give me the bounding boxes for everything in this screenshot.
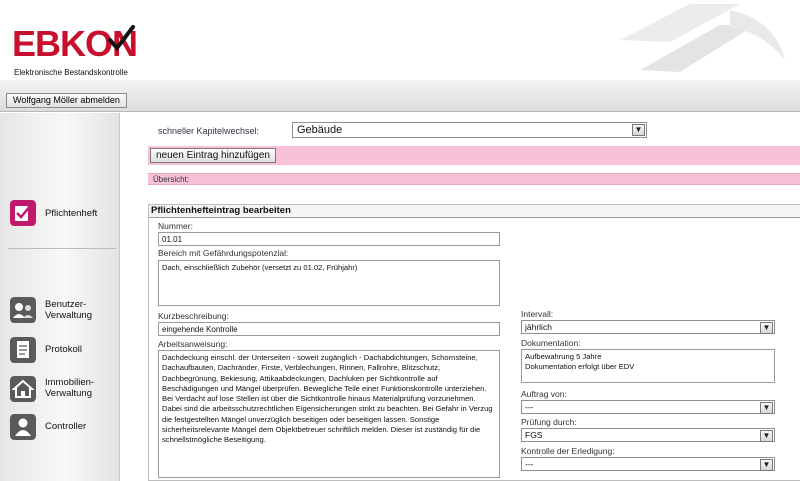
document-icon — [10, 337, 36, 363]
chapter-select[interactable]: Gebäude ▼ — [292, 122, 647, 138]
arbeitsanweisung-label: Arbeitsanweisung: — [158, 339, 228, 349]
logout-button[interactable]: Wolfgang Möller abmelden — [6, 93, 127, 108]
bereich-textarea[interactable]: Dach, einschließlich Zubehör (versetzt z… — [158, 260, 500, 306]
kontrolle-label: Kontrolle der Erledigung: — [521, 446, 615, 456]
sidebar-item-label: Controller — [45, 421, 87, 432]
sidebar-item-protokoll[interactable]: Protokoll — [10, 336, 118, 366]
sidebar-item-benutzer-verwaltung[interactable]: Benutzer- Verwaltung — [10, 296, 118, 326]
intervall-select[interactable]: jährlich ▼ — [521, 320, 775, 334]
chevron-down-icon[interactable]: ▼ — [760, 430, 773, 442]
overview-label: Übersicht: — [153, 175, 190, 184]
sidebar-item-label: Benutzer- Verwaltung — [45, 299, 93, 321]
form-title: Pflichtenhefteintrag bearbeiten — [149, 205, 800, 218]
sidebar-item-pflichtenheft[interactable]: Pflichtenheft — [10, 199, 118, 229]
sidebar-item-immobilien-verwaltung[interactable]: Immobilien- Verwaltung — [10, 375, 118, 405]
house-icon — [10, 376, 36, 402]
person-icon — [10, 414, 36, 440]
chapter-select-value: Gebäude — [297, 124, 343, 136]
checklist-icon — [10, 200, 36, 226]
chevron-down-icon[interactable]: ▼ — [760, 322, 773, 334]
kontrolle-select-value: --- — [525, 459, 534, 469]
chapter-switcher: schneller Kapitelwechsel: Gebäude ▼ — [148, 122, 800, 140]
chapter-label: schneller Kapitelwechsel: — [158, 126, 260, 136]
sidebar: Pflichtenheft Benutzer- Verwaltung Proto… — [0, 113, 120, 481]
nummer-label: Nummer: — [158, 221, 193, 231]
kurzbeschreibung-label: Kurzbeschreibung: — [158, 311, 229, 321]
kurzbeschreibung-field[interactable]: eingehende Kontrolle — [158, 322, 500, 336]
edit-entry-form: Pflichtenhefteintrag bearbeiten Nummer: … — [148, 204, 800, 481]
chevron-down-icon[interactable]: ▼ — [760, 459, 773, 471]
app-header: EBKON Elektronische Bestandskontrolle Wo… — [0, 0, 800, 112]
pruefung-select[interactable]: FGS ▼ — [521, 428, 775, 442]
sidebar-divider — [8, 248, 116, 249]
chevron-down-icon[interactable]: ▼ — [760, 402, 773, 414]
main-content: schneller Kapitelwechsel: Gebäude ▼ neue… — [121, 113, 800, 481]
pruefung-label: Prüfung durch: — [521, 417, 577, 427]
logo-check-icon — [108, 25, 135, 52]
sidebar-item-label: Pflichtenheft — [45, 208, 98, 219]
auftrag-select-value: --- — [525, 402, 534, 412]
sidebar-item-label: Protokoll — [45, 344, 82, 355]
nummer-field[interactable]: 01.01 — [158, 232, 500, 246]
pruefung-select-value: FGS — [525, 430, 543, 440]
auftrag-label: Auftrag von: — [521, 389, 567, 399]
action-bar: neuen Eintrag hinzufügen — [148, 146, 800, 165]
intervall-select-value: jährlich — [525, 322, 552, 332]
bereich-label: Bereich mit Gefährdungspotenzial: — [158, 248, 289, 258]
ebkon-logo: EBKON Elektronische Bestandskontrolle — [12, 22, 142, 78]
chevron-down-icon[interactable]: ▼ — [632, 124, 645, 136]
users-icon — [10, 297, 36, 323]
arbeitsanweisung-textarea[interactable]: Dachdeckung einschl. der Unterseiten - s… — [158, 350, 500, 478]
logo-tagline: Elektronische Bestandskontrolle — [14, 68, 128, 77]
dokumentation-textarea[interactable]: Aufbewahrung 5 Jahre Dokumentation erfol… — [521, 349, 775, 383]
overview-bar: Übersicht: — [148, 173, 800, 185]
sidebar-item-controller[interactable]: Controller — [10, 413, 118, 443]
intervall-label: Intervall: — [521, 309, 554, 319]
dokumentation-label: Dokumentation: — [521, 338, 581, 348]
kontrolle-select[interactable]: --- ▼ — [521, 457, 775, 471]
new-entry-button[interactable]: neuen Eintrag hinzufügen — [150, 148, 276, 163]
auftrag-select[interactable]: --- ▼ — [521, 400, 775, 414]
sidebar-item-label: Immobilien- Verwaltung — [45, 377, 95, 399]
